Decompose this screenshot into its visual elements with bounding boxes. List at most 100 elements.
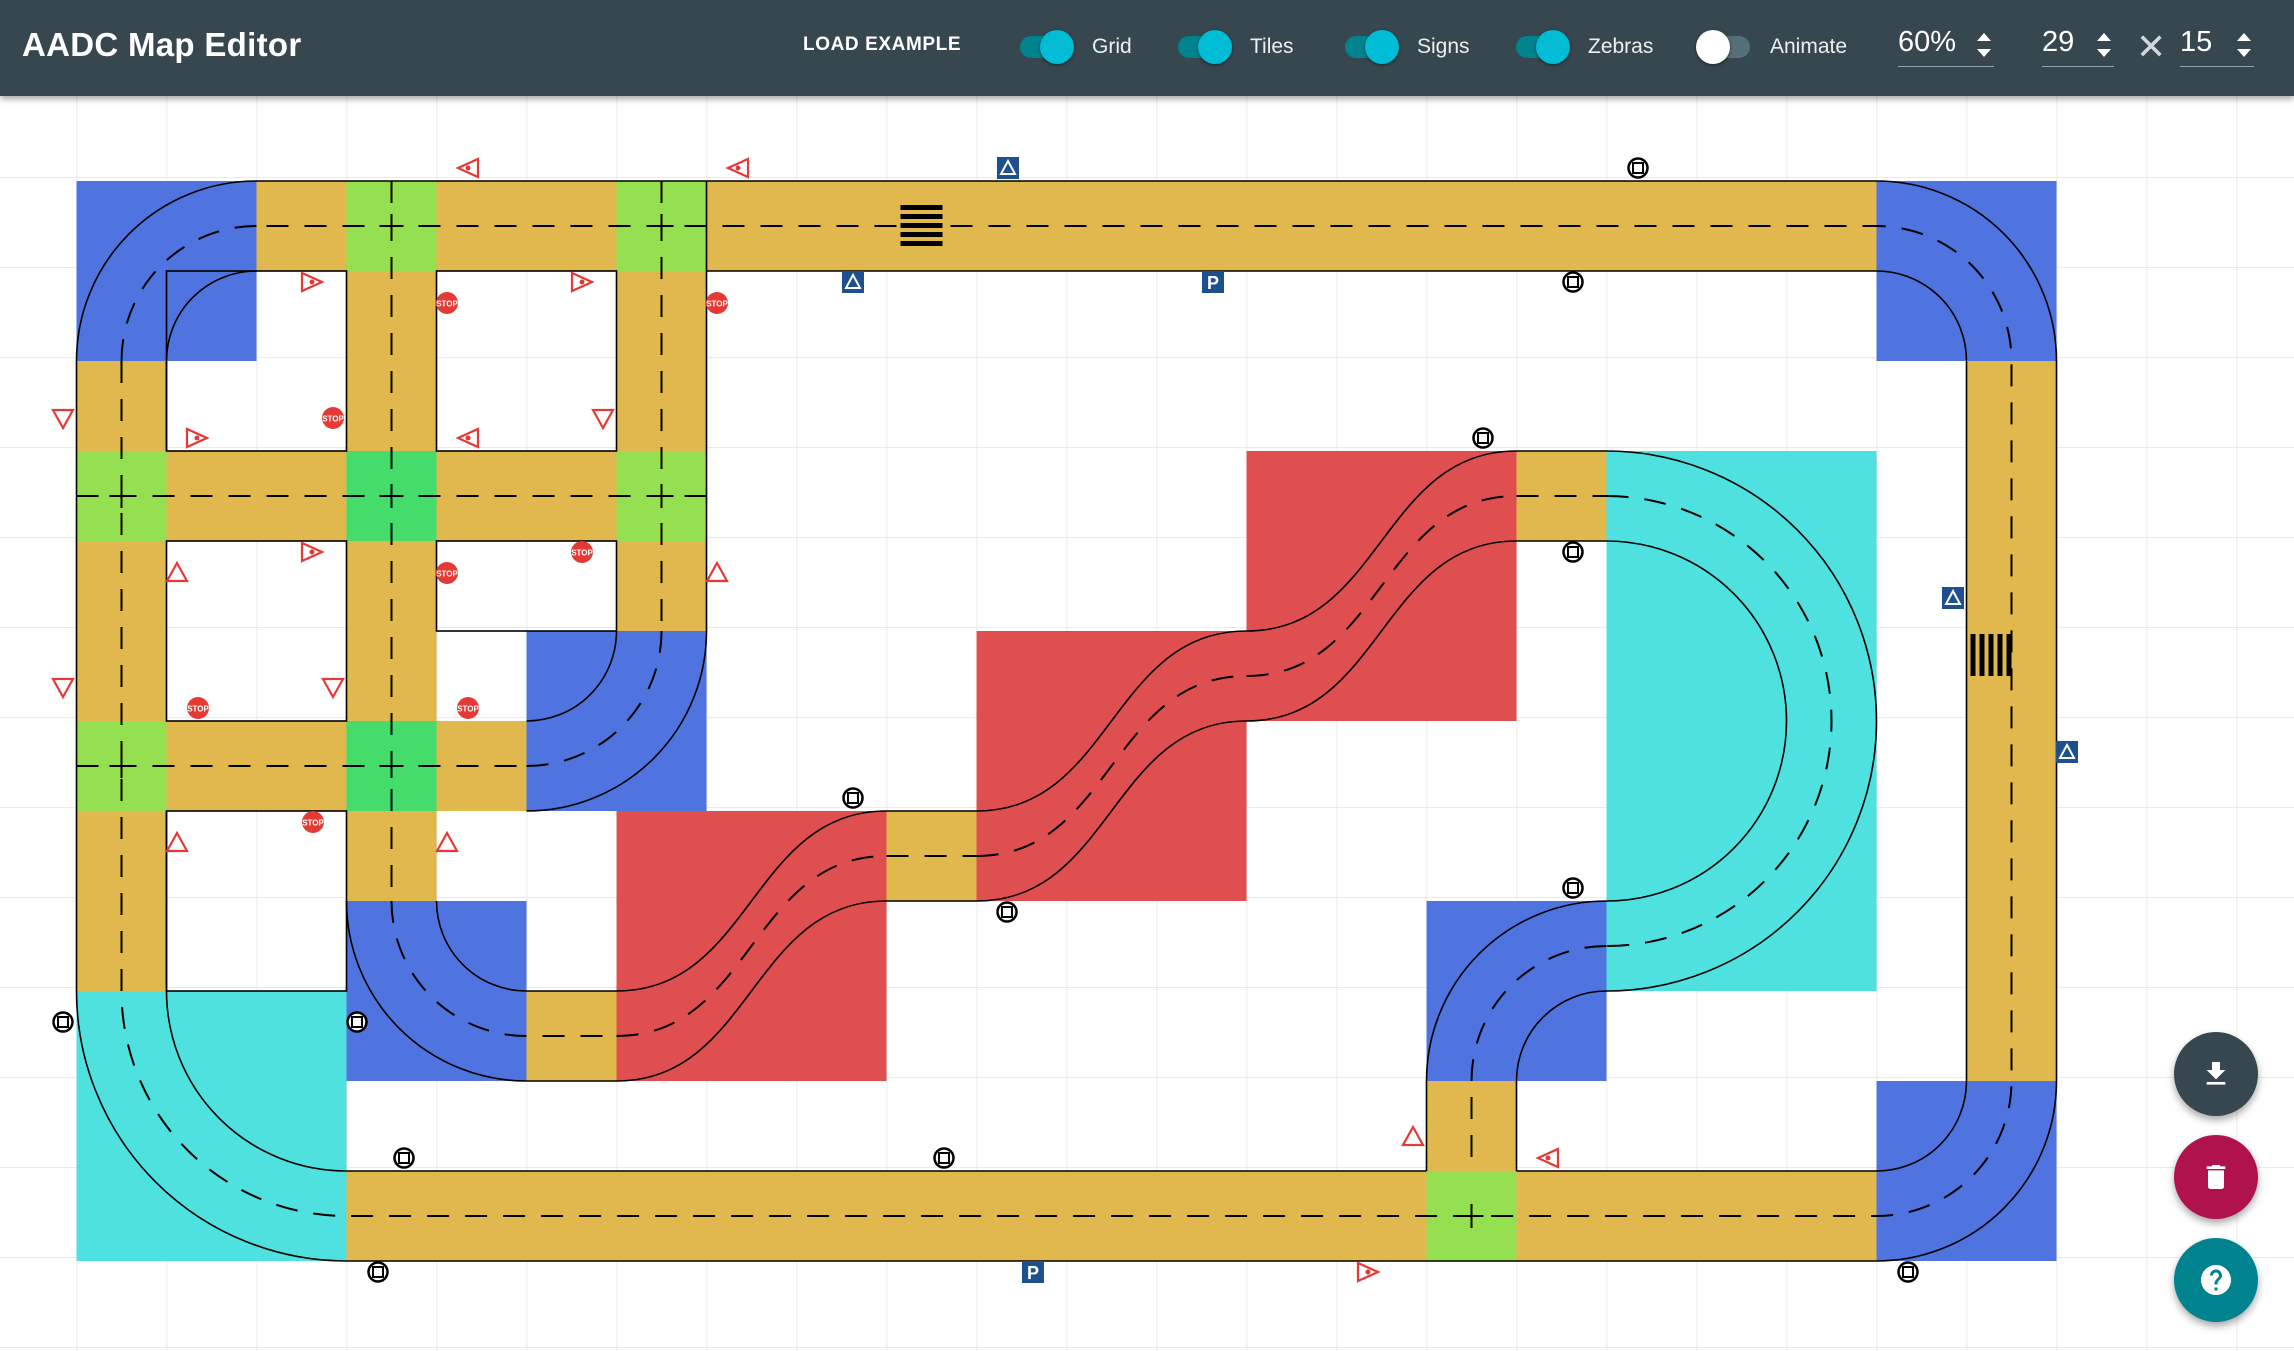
grid-switch[interactable] xyxy=(1020,30,1074,64)
tiles-switch[interactable] xyxy=(1178,30,1232,64)
pedestrian-icon xyxy=(1897,1261,1919,1283)
delete-button[interactable] xyxy=(2174,1135,2258,1219)
zoom-spinner[interactable] xyxy=(1974,28,1994,62)
ped-sign-icon xyxy=(1897,1261,1919,1283)
dot-icon xyxy=(1365,1269,1371,1275)
zoom-field[interactable]: 60% xyxy=(1898,22,1994,67)
tiles-toggle[interactable]: Tiles xyxy=(1178,28,1294,66)
ped-sign-icon xyxy=(1627,157,1649,179)
help-icon xyxy=(2201,1265,2231,1295)
stop-label: STOP xyxy=(302,819,324,828)
tiles-toggle-label: Tiles xyxy=(1250,35,1294,58)
dot-icon xyxy=(735,165,741,171)
load-example-button[interactable]: LOAD EXAMPLE xyxy=(803,34,961,56)
stop-label: STOP xyxy=(457,705,479,714)
u-curve-tile xyxy=(1606,451,1877,991)
download-button[interactable] xyxy=(2174,1032,2258,1116)
grid-toggle[interactable]: Grid xyxy=(1020,28,1132,66)
zebra-stripe xyxy=(900,205,943,210)
pedestrian-icon xyxy=(996,901,1018,923)
zebra-stripe xyxy=(2006,634,2012,676)
pedestrian-icon xyxy=(842,787,864,809)
ped-sign-icon xyxy=(996,901,1018,923)
dot-icon xyxy=(194,435,200,441)
animate-toggle-label: Animate xyxy=(1770,35,1848,58)
ped-sign-icon xyxy=(346,1011,368,1033)
times-icon: ✕ xyxy=(2136,26,2167,67)
zebra-stripe xyxy=(1988,634,1994,676)
animate-toggle[interactable]: Animate xyxy=(1696,28,1848,66)
animate-switch[interactable] xyxy=(1696,30,1750,64)
info-sign-icon xyxy=(842,271,864,293)
signs-toggle[interactable]: Signs xyxy=(1345,28,1470,66)
grid-rows-value: 15 xyxy=(2180,26,2213,58)
grid-cols-field[interactable]: 29 xyxy=(2042,22,2114,67)
pedestrian-icon xyxy=(1562,541,1584,563)
stop-label: STOP xyxy=(571,549,593,558)
straight-tile xyxy=(526,991,617,1081)
grid-cols-spinner[interactable] xyxy=(2094,28,2114,62)
pedestrian-icon xyxy=(393,1147,415,1169)
ped-sign-icon xyxy=(1562,271,1584,293)
pedestrian-icon xyxy=(346,1011,368,1033)
app-title: AADC Map Editor xyxy=(22,26,302,63)
zebra-stripe xyxy=(1970,634,1976,676)
ped-sign-icon xyxy=(1562,877,1584,899)
grid-cols-value: 29 xyxy=(2042,26,2075,58)
map-canvas[interactable]: STOP STOP P STOP STOP STOP STOP STOP STOP P xyxy=(0,96,2294,1351)
pedestrian-icon xyxy=(1562,271,1584,293)
curve-tile xyxy=(1426,901,1607,1081)
straight-tile xyxy=(1426,1081,1517,1171)
zebras-toggle[interactable]: Zebras xyxy=(1516,28,1653,66)
ped-sign-icon xyxy=(842,787,864,809)
curve-tile xyxy=(346,901,527,1081)
curve-tile xyxy=(526,631,707,811)
signs-switch[interactable] xyxy=(1345,30,1399,64)
stop-label: STOP xyxy=(436,570,458,579)
pedestrian-icon xyxy=(1627,157,1649,179)
dot-icon xyxy=(1545,1155,1551,1161)
ped-sign-icon xyxy=(52,1011,74,1033)
grid-toggle-label: Grid xyxy=(1092,35,1132,58)
dot-icon xyxy=(309,279,315,285)
pedestrian-icon xyxy=(1562,877,1584,899)
dot-icon xyxy=(465,165,471,171)
zebra-stripe xyxy=(1979,634,1985,676)
ped-sign-icon xyxy=(393,1147,415,1169)
zebras-switch[interactable] xyxy=(1516,30,1570,64)
parking-sign-icon: P xyxy=(1202,271,1224,293)
parking-label: P xyxy=(1207,273,1219,293)
stop-label: STOP xyxy=(436,300,458,309)
zebras-toggle-label: Zebras xyxy=(1588,35,1654,58)
trash-icon xyxy=(2206,1165,2226,1189)
stop-label: STOP xyxy=(322,415,344,424)
signs-toggle-label: Signs xyxy=(1417,35,1470,58)
curve-tile-top-right xyxy=(1876,181,2057,361)
zebra-stripe xyxy=(900,232,943,237)
parking-sign-icon: P xyxy=(1022,1261,1044,1283)
straight-tile xyxy=(346,811,437,901)
pedestrian-icon xyxy=(367,1261,389,1283)
ped-sign-icon xyxy=(367,1261,389,1283)
dot-icon xyxy=(579,279,585,285)
download-icon xyxy=(2206,1062,2226,1085)
pedestrian-icon xyxy=(52,1011,74,1033)
zebra-stripe xyxy=(900,241,943,246)
stop-label: STOP xyxy=(706,300,728,309)
ped-sign-icon xyxy=(1472,427,1494,449)
info-sign-icon xyxy=(1942,587,1964,609)
ped-sign-icon xyxy=(1562,541,1584,563)
zebra-stripe xyxy=(1997,634,2003,676)
dot-icon xyxy=(309,549,315,555)
parking-label: P xyxy=(1027,1263,1039,1283)
ped-sign-icon xyxy=(933,1147,955,1169)
stop-label: STOP xyxy=(187,705,209,714)
pedestrian-icon xyxy=(933,1147,955,1169)
help-button[interactable] xyxy=(2174,1238,2258,1322)
grid-rows-spinner[interactable] xyxy=(2234,28,2254,62)
pedestrian-icon xyxy=(1472,427,1494,449)
info-sign-icon xyxy=(2056,741,2078,763)
zoom-value: 60% xyxy=(1898,26,1957,58)
top-toolbar: AADC Map Editor LOAD EXAMPLE Grid Tiles … xyxy=(0,0,2294,96)
grid-rows-field[interactable]: 15 xyxy=(2180,22,2254,67)
